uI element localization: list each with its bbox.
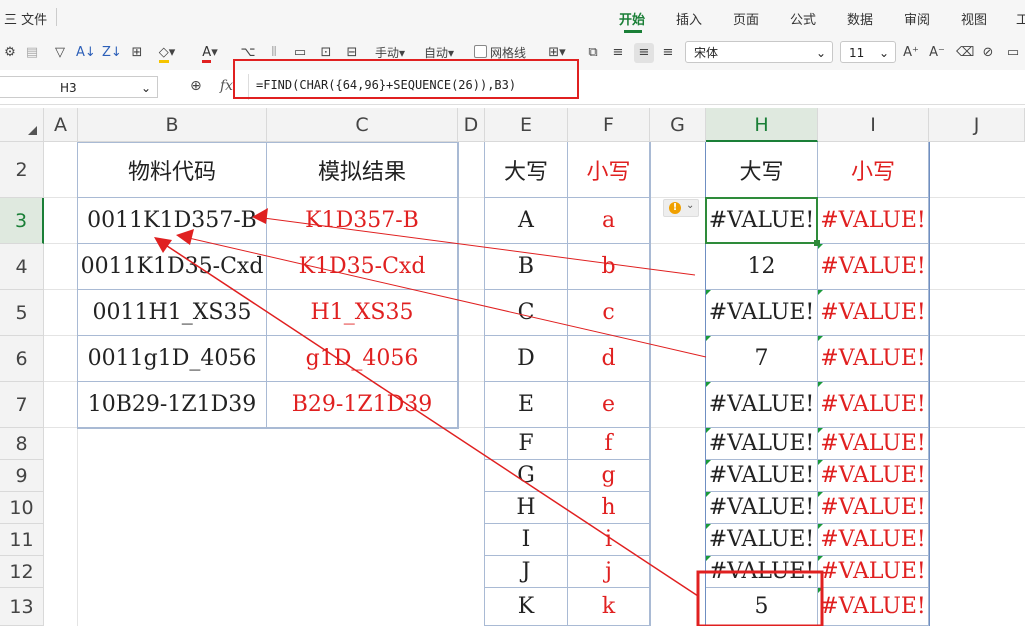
arrow-2: [179, 235, 707, 358]
formula-highlight-box: [233, 59, 579, 99]
arrowhead-2: [176, 229, 194, 245]
arrowhead-1: [252, 208, 268, 224]
arrow-1: [255, 216, 696, 276]
arrowhead-3: [154, 237, 172, 253]
annotation-layer: [154, 59, 824, 626]
result-highlight-box: [696, 570, 824, 626]
